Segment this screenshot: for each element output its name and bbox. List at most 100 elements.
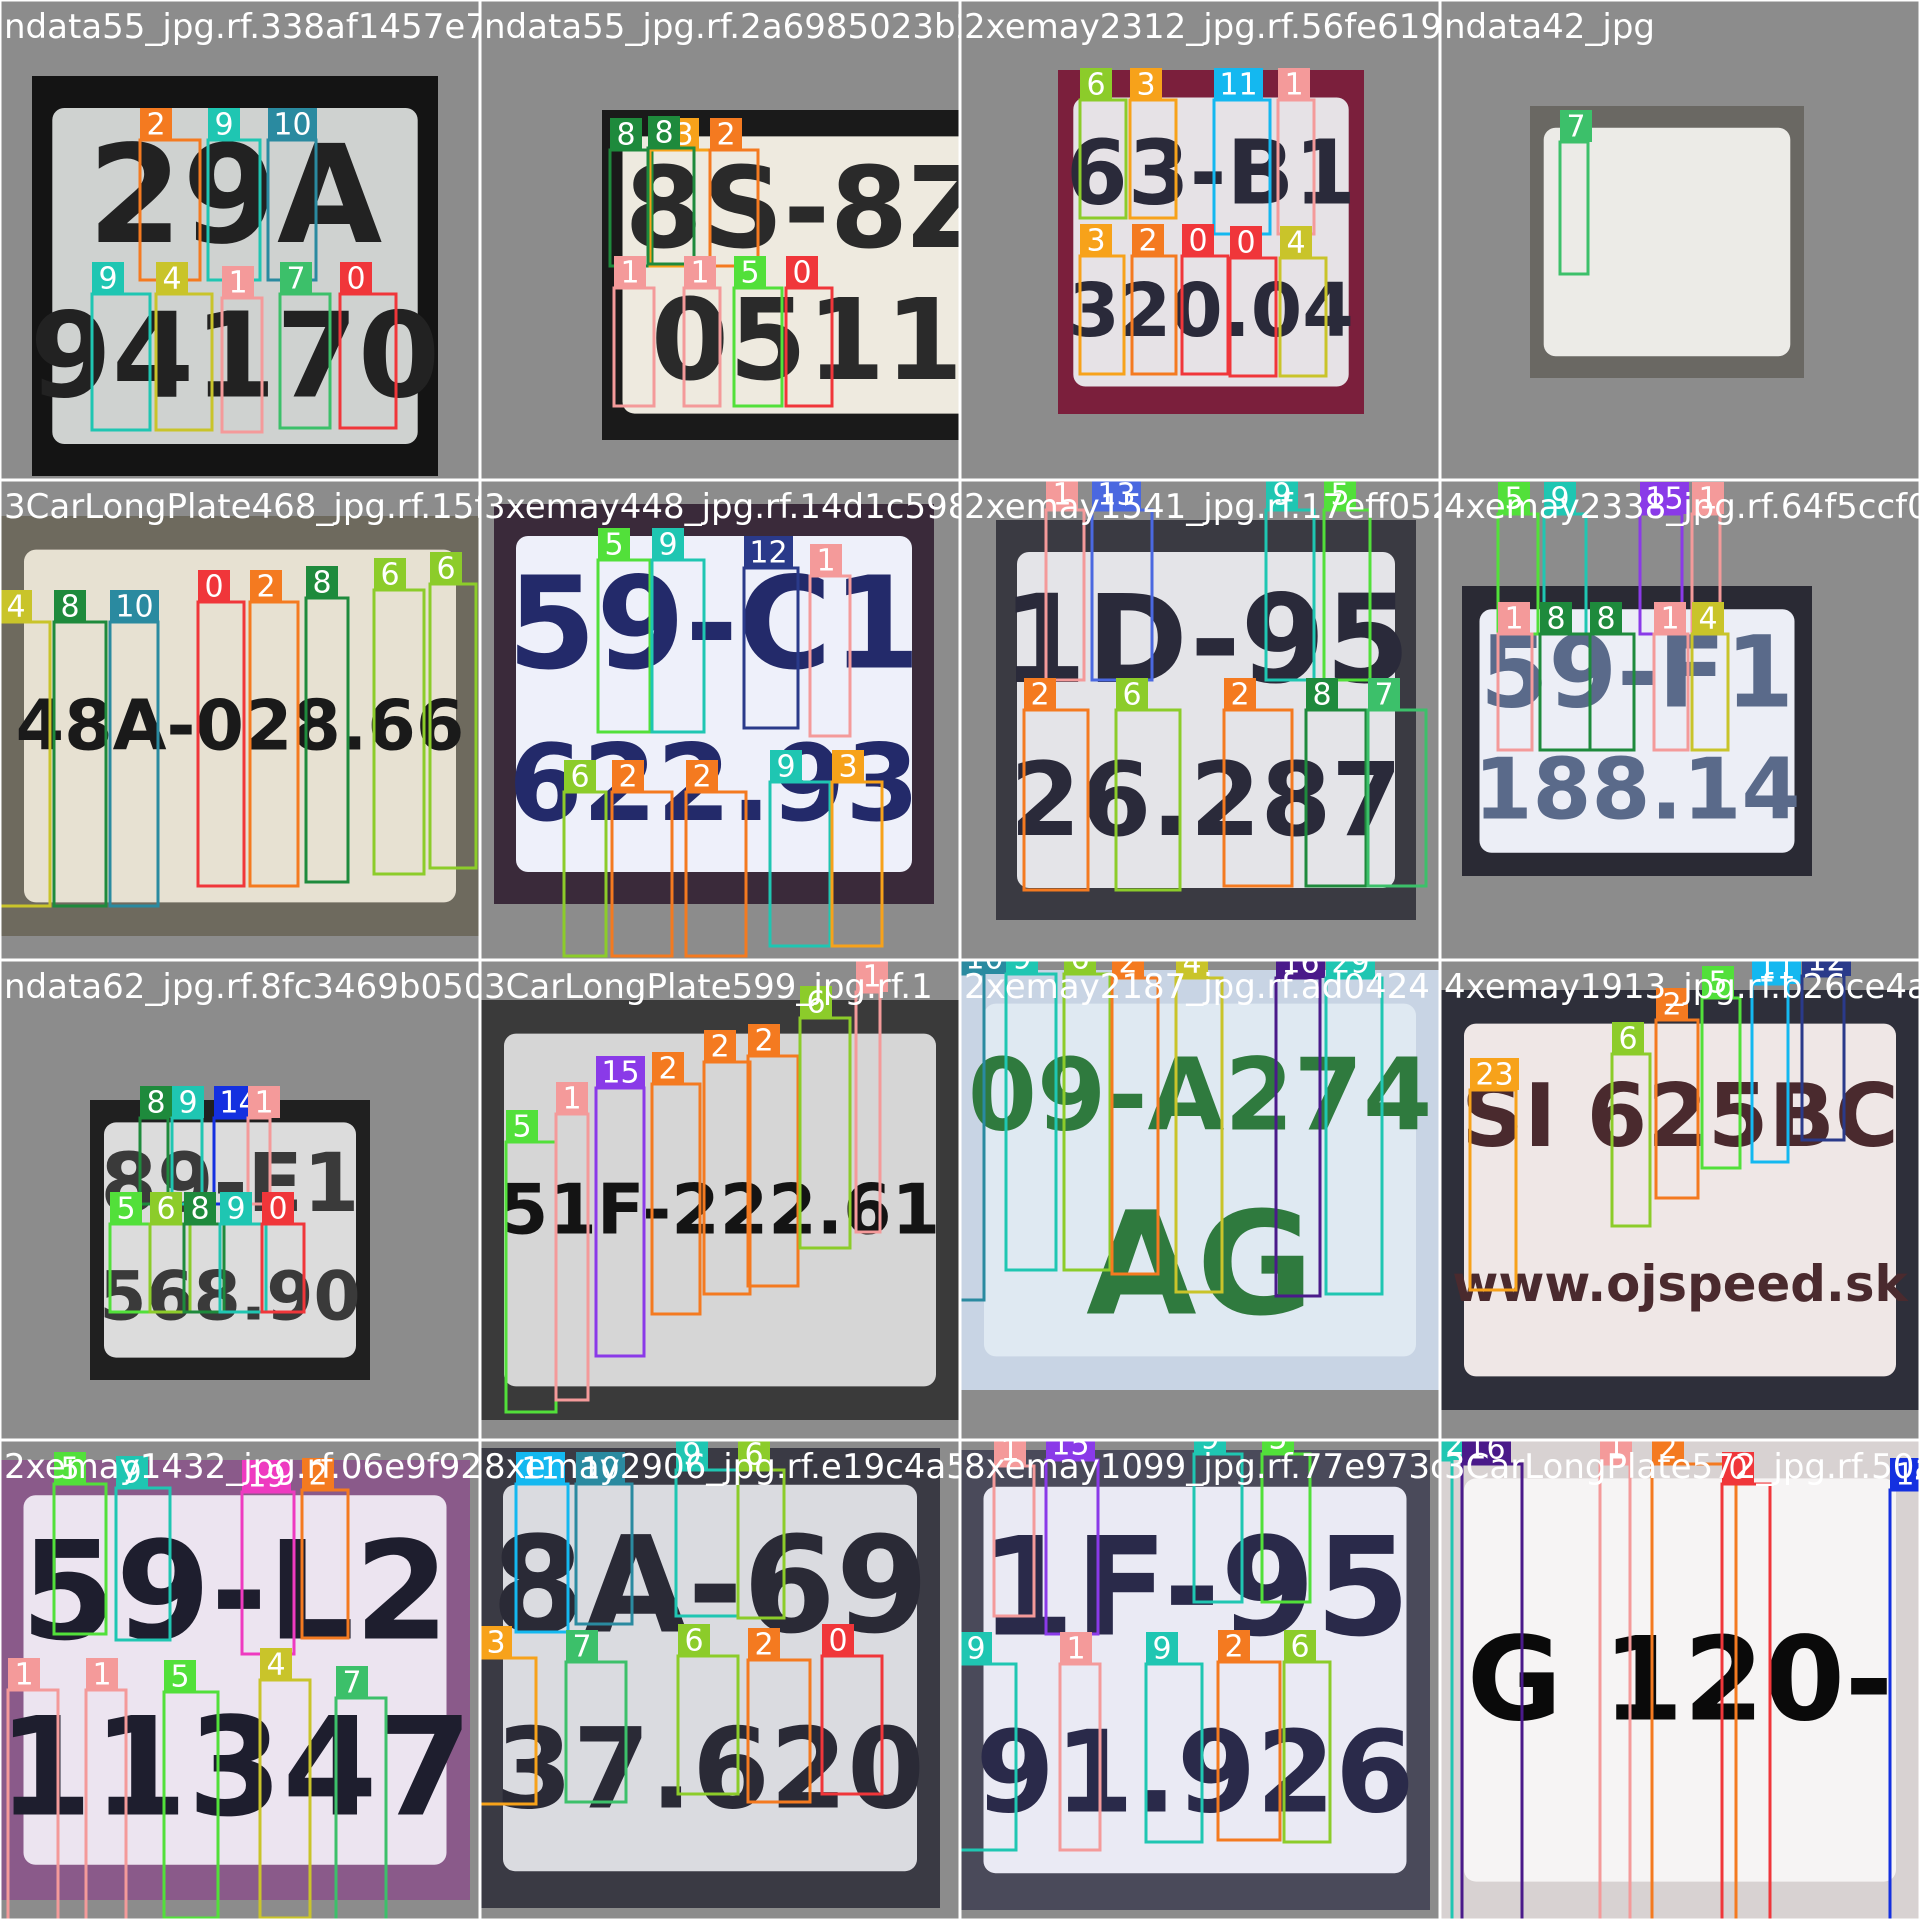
tile-filename: 3CarLongPlate572_jpg.rf.50ae2 [1444,1447,1920,1487]
class-label: 2 [710,1030,729,1065]
plate-text: 11347 [0,1689,472,1848]
class-label: 2 [754,1628,773,1663]
class-label: 8 [190,1192,209,1227]
class-label: 7 [342,1666,361,1701]
plate-text: 8S-8Z [625,144,990,274]
plate-text: 37.620 [495,1706,924,1835]
class-label: 1 [1504,602,1523,637]
class-label: 8 [654,116,673,151]
plate-text: 26.287 [1010,741,1402,859]
class-label: 11 [1219,68,1257,103]
class-label: 1 [254,1086,273,1121]
plate-text: 63-B1 [1066,122,1356,225]
tile-filename: 4xemay2338_jpg.rf.64f5ccf0 [1444,487,1920,527]
class-label: 4 [162,262,181,297]
class-label: 10 [115,590,153,625]
tile: 7 ndata42_jpg [1439,0,1920,481]
class-label: 1 [816,544,835,579]
license-plate: G 120- [1440,1440,1920,1920]
class-label: 0 [1236,226,1255,261]
plate-text: 0511 [651,276,963,406]
class-label: 7 [286,262,305,297]
class-label: 1 [690,256,709,291]
tile: 59-F1188.145 9 15 11 8 8 1 44xemay2338_jpg.rf.6… [1439,479,1920,961]
class-label: 8 [616,118,635,153]
class-label: 3 [1086,224,1105,259]
tile-filename: ndata42_jpg [1444,7,1655,47]
class-label: 5 [740,256,759,291]
plate-text: 09-A274 [968,1039,1432,1154]
license-plate: 89-E1568.90 [90,1100,370,1380]
tile-filename: 2xemay2187_jpg.rf.ad0424 [964,967,1430,1007]
class-label: 6 [570,760,589,795]
class-label: 1 [92,1658,111,1693]
class-label: 6 [436,552,455,587]
class-label: 1 [14,1658,33,1693]
class-label: 2 [692,760,711,795]
tile-filename: ndata62_jpg.rf.8fc3469b050 [4,967,485,1007]
class-label: 9 [776,750,795,785]
tile: 89-E1568.908 9 1415 6 8 9 0ndata62_jpg.rf.8fc3… [0,959,485,1441]
plate-text: 568.90 [99,1257,360,1336]
class-label: 4 [266,1648,285,1683]
class-label: 7 [1566,110,1585,145]
class-label: 15 [601,1056,639,1091]
tile: 09-A274AG10962416292xemay2187_jpg.rf.ad0… [959,959,1441,1441]
class-label: 2 [716,118,735,153]
class-label: 8 [312,566,331,601]
class-label: 5 [116,1192,135,1227]
class-label: 2 [1230,678,1249,713]
class-label: 2 [618,760,637,795]
tile: 59-C1622.9359121622933xemay448_jpg.rf.14… [479,479,991,961]
class-label: 5 [170,1660,189,1695]
class-label: 0 [1188,224,1207,259]
class-label: 4 [1698,602,1717,637]
class-label: 2 [1138,224,1157,259]
class-label: 0 [792,256,811,291]
class-label: 6 [1086,68,1105,103]
class-label: 3 [1136,68,1155,103]
license-plate: 59-L2 11347 [0,1460,472,1900]
class-label: 2 [658,1052,677,1087]
class-label: 9 [1152,1632,1171,1667]
class-label: 0 [828,1624,847,1659]
class-label: 7 [572,1630,591,1665]
detection-mosaic: 29A941702 9 109 4 1 7 0ndata55_jpg.rf.338af145… [0,0,1920,1920]
class-label: 9 [966,1632,985,1667]
plate-text: 59-C1 [507,550,920,699]
class-label: 6 [1618,1022,1637,1057]
tile-filename: 8xemay2906_jpg.rf.e19c4a5f [484,1447,981,1487]
plate-text: 51F-222.61 [500,1170,940,1251]
license-plate: 8A-6937.620 [480,1448,940,1908]
tile-filename: 8xemay1099_jpg.rf.77e973c [964,1447,1449,1487]
class-label: 9 [98,262,117,297]
class-label: 12 [749,536,787,571]
class-label: 0 [268,1192,287,1227]
class-label: 1 [620,256,639,291]
plate-text: 188.14 [1474,740,1801,839]
class-label: 5 [604,528,623,563]
class-label: 2 [754,1024,773,1059]
license-plate: 1D-95 26.287 [996,520,1416,920]
class-label: 1 [1660,602,1679,637]
tile: 59-L2113475 9 19 21 1 5 472xemay1432_jpg.rf.06… [0,1439,482,1920]
class-label: 6 [156,1192,175,1227]
license-plate: 59-C1622.93 [494,504,934,904]
class-label: 2 [1030,678,1049,713]
tile: 1F-9591.92611595919268xemay1099_jpg.rf.7… [959,1439,1449,1920]
plate-text: 1D-95 [1002,569,1410,711]
class-label: 2 [1224,1630,1243,1665]
tile: 51F-222.615115 22 2613CarLongPlate599_jpg.… [479,959,961,1441]
tile-filename: 3CarLongPlate599_jpg.rf.1 [484,967,933,1007]
class-label: 1 [1284,68,1303,103]
tile-filename: 3xemay448_jpg.rf.14d1c5985 [484,487,991,527]
class-label: 0 [204,570,223,605]
class-label: 3 [486,1626,505,1661]
tile-filename: 4xemay1913_jpg.rf.b26ce4a [1444,967,1920,1007]
plate-text: AG [1086,1181,1314,1348]
class-label: 1 [228,266,247,301]
class-label: 8 [60,590,79,625]
tile-filename: 2xemay1432_jpg.rf.06e9f92 [4,1447,482,1487]
tile: 8A-6937.62011 10 9 63 7 6 2 08xemay2906_jpg.rf.… [479,1439,981,1920]
class-label: 0 [346,262,365,297]
